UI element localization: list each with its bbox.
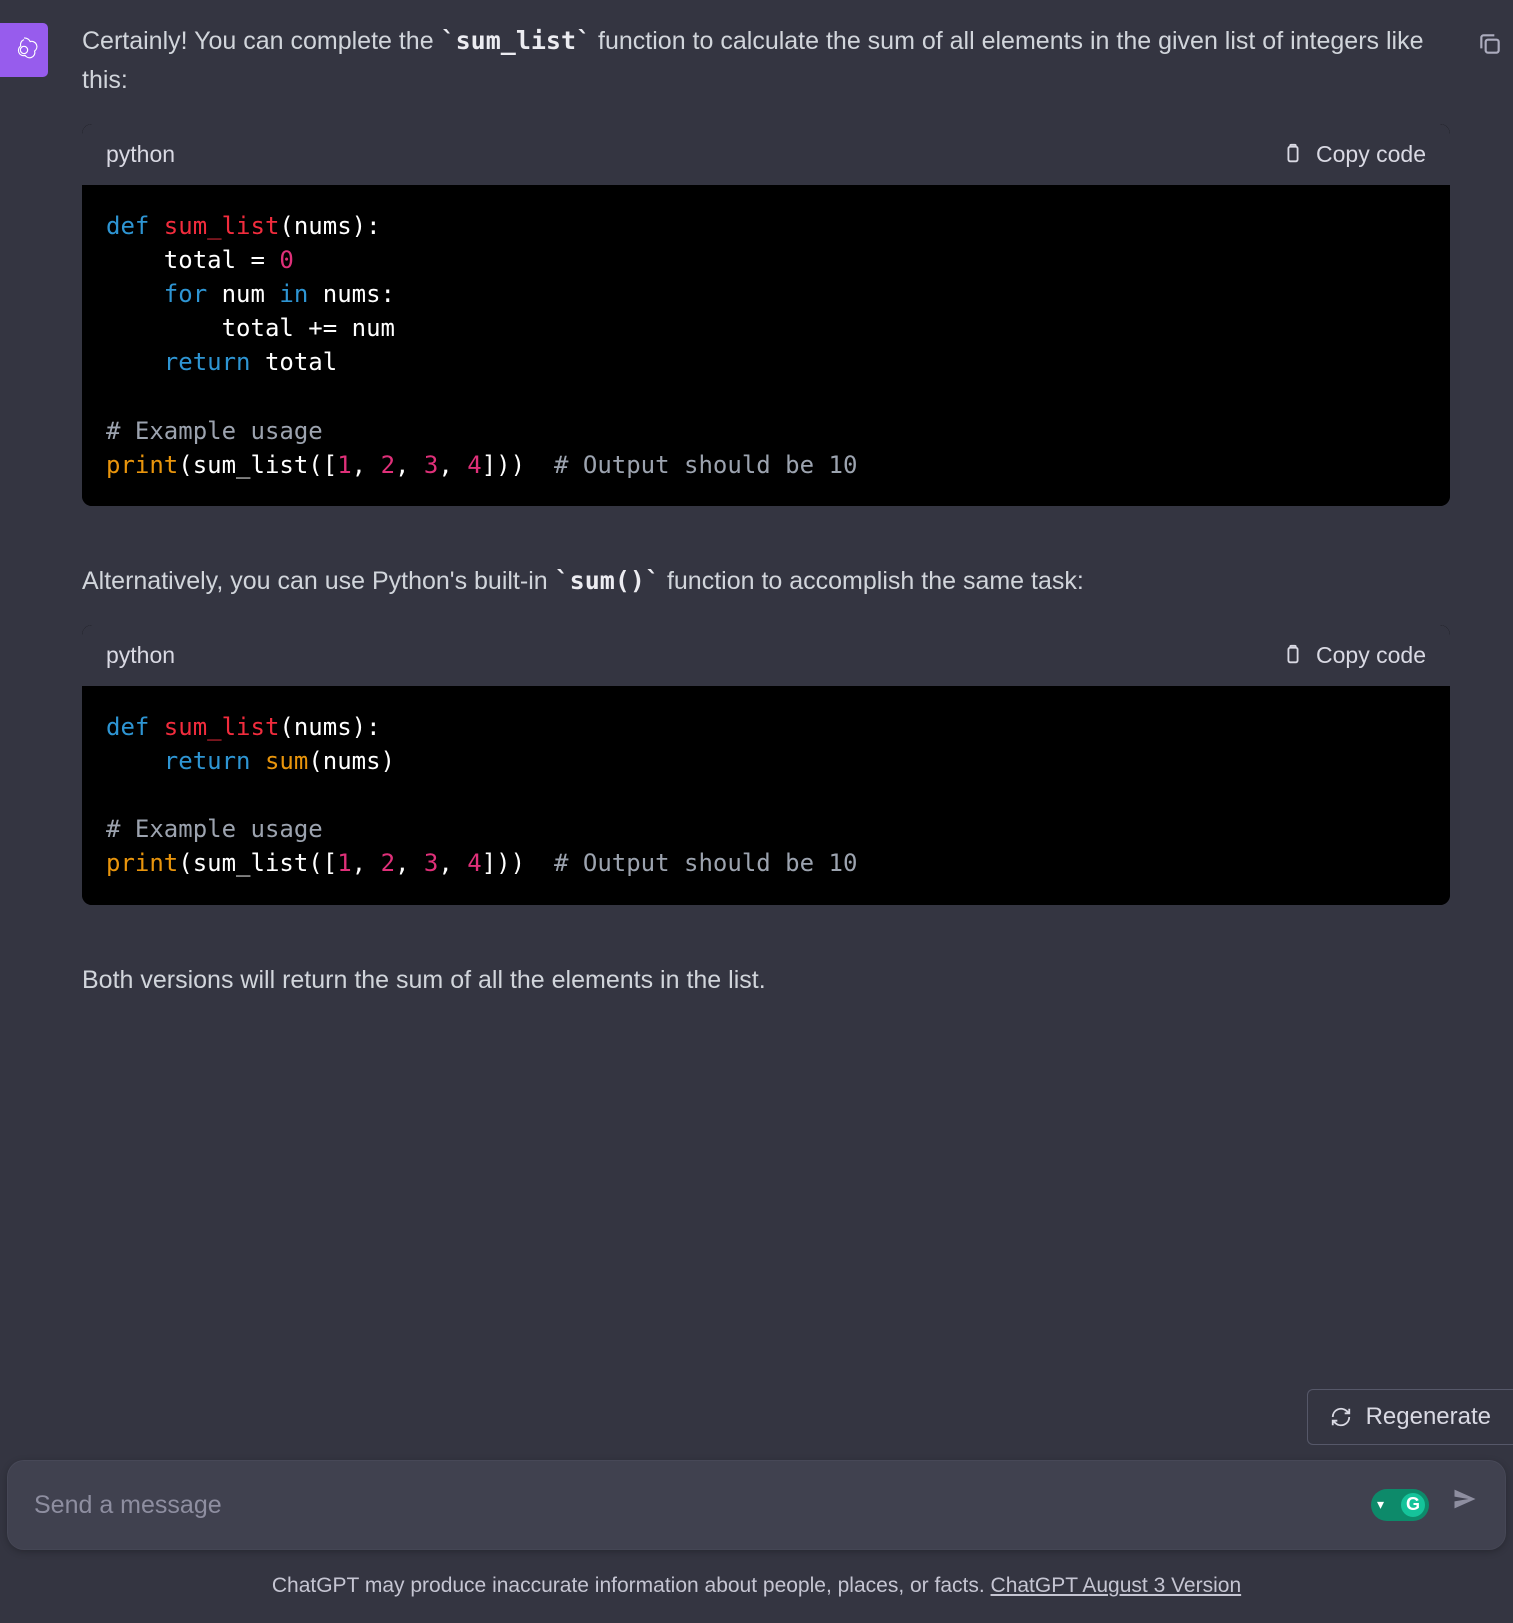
code-header: python Copy code [82, 625, 1450, 687]
regenerate-label: Regenerate [1366, 1403, 1491, 1431]
send-button[interactable] [1451, 1485, 1479, 1525]
footer-version-link[interactable]: ChatGPT August 3 Version [991, 1574, 1242, 1597]
copy-message-icon[interactable] [1477, 30, 1503, 69]
inline-code: `sum()` [555, 566, 660, 595]
text-span: Alternatively, you can use Python's buil… [82, 567, 555, 595]
footer-text: ChatGPT may produce inaccurate informati… [272, 1574, 991, 1597]
code-block-1: python Copy code def sum_list(nums): tot… [82, 124, 1450, 506]
inline-code: `sum_list` [441, 26, 592, 55]
openai-logo-icon [9, 35, 39, 65]
copy-code-button[interactable]: Copy code [1282, 638, 1426, 674]
text-span: function to accomplish the same task: [660, 567, 1084, 595]
grammarly-g-icon: G [1399, 1491, 1427, 1519]
clipboard-icon [1282, 644, 1304, 666]
regenerate-button[interactable]: Regenerate [1307, 1389, 1513, 1445]
mid-text: Alternatively, you can use Python's buil… [82, 562, 1450, 601]
message-actions [1477, 30, 1503, 69]
code-block-2: python Copy code def sum_list(nums): ret… [82, 625, 1450, 905]
code-body: def sum_list(nums): return sum(nums) # E… [82, 686, 1450, 904]
code-body: def sum_list(nums): total = 0 for num in… [82, 185, 1450, 506]
intro-text: Certainly! You can complete the `sum_lis… [82, 22, 1450, 100]
assistant-avatar [0, 23, 48, 77]
clipboard-icon [1282, 143, 1304, 165]
message-input-placeholder: Send a message [34, 1486, 1371, 1525]
grammarly-arrow-icon: ▾ [1377, 1494, 1384, 1516]
code-header: python Copy code [82, 124, 1450, 186]
footer-disclaimer: ChatGPT may produce inaccurate informati… [0, 1570, 1513, 1603]
copy-code-button[interactable]: Copy code [1282, 137, 1426, 173]
send-icon [1451, 1485, 1479, 1513]
outro-text: Both versions will return the sum of all… [82, 961, 1450, 1000]
regenerate-icon [1330, 1406, 1352, 1428]
code-lang-label: python [106, 137, 175, 173]
copy-label: Copy code [1316, 638, 1426, 674]
copy-label: Copy code [1316, 137, 1426, 173]
message-input-bar[interactable]: Send a message ▾ G [8, 1461, 1505, 1549]
assistant-message: Certainly! You can complete the `sum_lis… [0, 0, 1513, 999]
text-span: Certainly! You can complete the [82, 27, 441, 55]
grammarly-widget[interactable]: ▾ G [1371, 1489, 1429, 1521]
code-lang-label: python [106, 638, 175, 674]
